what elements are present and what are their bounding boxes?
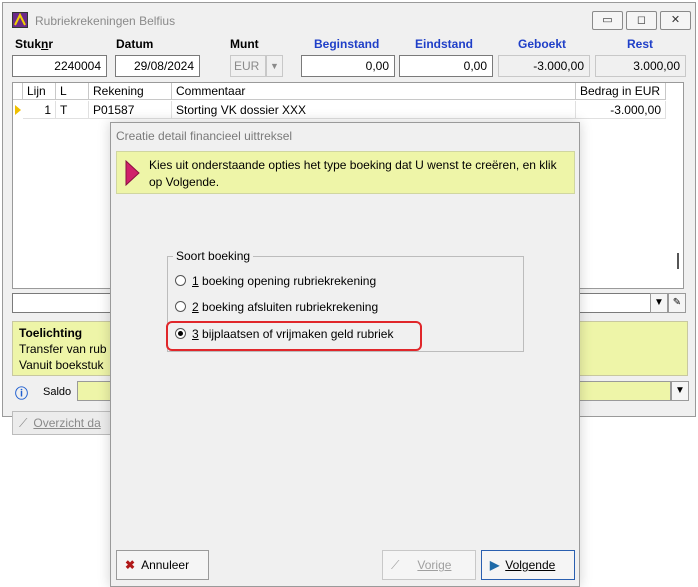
option-accel: 2 <box>192 300 199 314</box>
pen-icon[interactable]: ✎ <box>668 293 686 313</box>
title-bar: Rubriekrekeningen Belfius ▭ ◻ ✕ <box>3 3 695 34</box>
stuknr-label: Stuknr <box>15 37 53 51</box>
volgende-button[interactable]: ▶ Volgende <box>481 550 575 580</box>
eindstand-field[interactable]: 0,00 <box>399 55 493 77</box>
chevron-down-icon[interactable]: ▼ <box>671 381 689 401</box>
column-header-l[interactable]: L <box>56 83 89 100</box>
column-header-commentaar[interactable]: Commentaar <box>172 83 576 100</box>
rest-label: Rest <box>627 37 654 51</box>
app-icon <box>12 12 28 28</box>
volgende-label: Volgende <box>505 558 556 572</box>
pencil-icon: ⟋ <box>19 416 28 430</box>
radio-option-1[interactable]: 1 boeking opening rubriekrekening <box>175 274 376 292</box>
radio-option-2[interactable]: 2 boeking afsluiten rubriekrekening <box>175 300 378 318</box>
window-title: Rubriekrekeningen Belfius <box>35 14 176 28</box>
option-label: boeking afsluiten rubriekrekening <box>198 300 379 314</box>
annuleer-button[interactable]: ✖ Annuleer <box>116 550 209 580</box>
cell-commentaar[interactable]: Storting VK dossier XXX <box>172 101 576 119</box>
column-header-bedrag[interactable]: Bedrag in EUR <box>576 83 666 100</box>
arrow-right-icon <box>125 160 140 186</box>
info-icon[interactable]: ⓘ <box>15 383 28 402</box>
close-icon[interactable]: ✕ <box>660 11 691 30</box>
column-header-lijn[interactable]: Lijn <box>23 83 56 100</box>
back-arrow-icon: ⟋ <box>391 558 400 572</box>
munt-select[interactable]: EUR <box>230 55 266 77</box>
highlight-annotation <box>166 321 422 351</box>
chevron-down-icon[interactable]: ▼ <box>266 55 283 77</box>
play-icon: ▶ <box>490 558 500 572</box>
stuknr-field[interactable]: 2240004 <box>12 55 107 77</box>
cell-bedrag[interactable]: -3.000,00 <box>576 101 666 119</box>
radio-icon[interactable] <box>175 301 186 312</box>
geboekt-field: -3.000,00 <box>498 55 590 77</box>
grid-corner <box>13 83 23 100</box>
row-indicator-icon <box>15 105 21 115</box>
datum-field[interactable]: 29/08/2024 <box>115 55 200 77</box>
saldo-label: Saldo <box>43 386 72 398</box>
cell-l[interactable]: T <box>56 101 89 119</box>
eindstand-label: Eindstand <box>415 37 474 51</box>
cell-rekening[interactable]: P01587 <box>89 101 172 119</box>
dialog-title: Creatie detail financieel uittreksel <box>116 129 293 143</box>
beginstand-field[interactable]: 0,00 <box>301 55 395 77</box>
geboekt-label: Geboekt <box>518 37 567 51</box>
stuknr-label-pre: Stuk <box>15 37 42 51</box>
column-header-rekening[interactable]: Rekening <box>89 83 172 100</box>
maximize-icon[interactable]: ◻ <box>626 11 657 30</box>
radio-icon[interactable] <box>175 275 186 286</box>
soort-boeking-legend: Soort boeking <box>173 249 254 263</box>
intro-text: Kies uit onderstaande opties het type bo… <box>149 158 557 189</box>
annuleer-label: Annuleer <box>141 558 190 572</box>
beginstand-label: Beginstand <box>314 37 380 51</box>
stuknr-label-post: r <box>48 37 54 51</box>
close-icon: ✖ <box>125 558 136 572</box>
creatie-dialog: Creatie detail financieel uittreksel Kie… <box>110 122 580 587</box>
vorige-label: Vorige <box>417 558 452 572</box>
scrollbar-thumb[interactable] <box>677 253 679 269</box>
datum-label: Datum <box>116 37 154 51</box>
option-accel: 1 <box>192 274 199 288</box>
chevron-down-icon[interactable]: ▼ <box>650 293 668 313</box>
option-label: boeking opening rubriekrekening <box>198 274 377 288</box>
overzicht-label: Overzicht da <box>33 416 101 430</box>
vorige-button[interactable]: ⟋ Vorige <box>382 550 476 580</box>
munt-label: Munt <box>230 37 259 51</box>
overzicht-button[interactable]: ⟋ Overzicht da <box>12 411 122 435</box>
minimize-icon[interactable]: ▭ <box>592 11 623 30</box>
rest-field: 3.000,00 <box>595 55 686 77</box>
intro-panel: Kies uit onderstaande opties het type bo… <box>116 151 575 194</box>
cell-lijn[interactable]: 1 <box>23 101 56 119</box>
